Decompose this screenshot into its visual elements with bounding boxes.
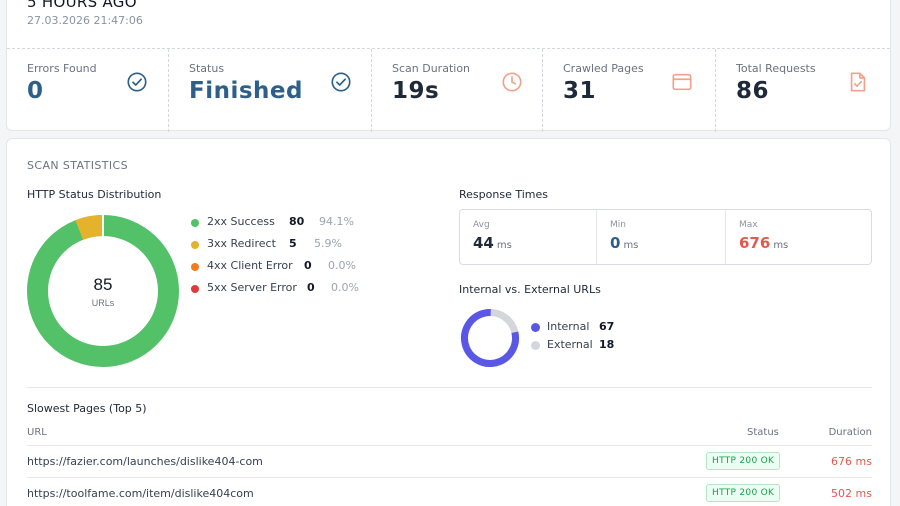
- response-time-max: Max 676 ms: [726, 210, 871, 264]
- legend-item-2xx: 2xx Success 80 94.1%: [191, 215, 371, 231]
- legend-label: 4xx Client Error: [207, 259, 293, 272]
- response-time-min: Min 0 ms: [597, 210, 726, 264]
- metric-label: Errors Found: [27, 62, 97, 75]
- section-title: SCAN STATISTICS: [27, 159, 129, 172]
- response-time-value: 0 ms: [610, 234, 639, 252]
- legend-label: 5xx Server Error: [207, 281, 297, 294]
- section-divider: [27, 387, 872, 388]
- slowest-pages-title: Slowest Pages (Top 5): [27, 402, 147, 415]
- metric-value: Finished: [189, 78, 303, 104]
- metric-label: Crawled Pages: [563, 62, 644, 75]
- metric-total-requests: Total Requests 86: [716, 49, 890, 132]
- legend-dot: [191, 219, 199, 227]
- legend-dot: [191, 263, 199, 271]
- response-times-box: Avg 44 ms Min 0 ms Max 676 ms: [459, 209, 872, 265]
- response-time-avg: Avg 44 ms: [460, 210, 597, 264]
- column-header-status: Status: [747, 427, 779, 438]
- table-row: https://fazier.com/launches/dislike404-c…: [27, 446, 872, 478]
- scan-date: 27.03.2026 21:47:06: [27, 14, 143, 27]
- column-header-url: URL: [27, 427, 47, 438]
- legend-percent: 0.0%: [328, 259, 356, 272]
- legend-label: 3xx Redirect: [207, 237, 276, 250]
- legend-item-3xx: 3xx Redirect 5 5.9%: [191, 237, 371, 253]
- legend-count: 67: [599, 320, 615, 333]
- legend-item-internal: Internal 67: [531, 320, 651, 336]
- legend-dot: [191, 241, 199, 249]
- legend-count: 0: [304, 259, 312, 272]
- row-url-link[interactable]: https://toolfame.com/item/dislike404com: [27, 487, 254, 500]
- legend-percent: 94.1%: [319, 215, 354, 228]
- metric-value: 31: [563, 78, 597, 104]
- metric-scan-duration: Scan Duration 19s: [372, 49, 543, 132]
- document-check-icon: [850, 72, 866, 92]
- column-header-duration: Duration: [828, 427, 872, 438]
- metric-errors-found: Errors Found 0: [7, 49, 169, 132]
- response-times-title: Response Times: [459, 188, 548, 201]
- legend-item-4xx: 4xx Client Error 0 0.0%: [191, 259, 371, 275]
- response-time-value: 44 ms: [473, 234, 512, 252]
- legend-count: 18: [599, 338, 615, 351]
- legend-count: 0: [307, 281, 315, 294]
- response-time-label: Avg: [473, 220, 490, 230]
- metric-value: 19s: [392, 78, 440, 104]
- browser-window-icon: [672, 73, 692, 91]
- http-distribution-title: HTTP Status Distribution: [27, 188, 162, 201]
- donut-total: 85: [94, 275, 113, 294]
- legend-label: 2xx Success: [207, 215, 275, 228]
- row-duration: 676 ms: [831, 455, 872, 468]
- row-url-link[interactable]: https://fazier.com/launches/dislike404-c…: [27, 455, 263, 468]
- donut-segment-internal: [461, 309, 519, 367]
- legend-dot: [531, 341, 540, 350]
- metric-value: 0: [27, 78, 44, 104]
- legend-count: 80: [289, 215, 305, 228]
- legend-count: 5: [289, 237, 297, 250]
- check-circle-icon: [331, 72, 351, 92]
- legend-label: External: [547, 338, 593, 351]
- donut-total-label: URLs: [92, 298, 115, 308]
- legend-percent: 0.0%: [331, 281, 359, 294]
- row-duration: 502 ms: [831, 487, 872, 500]
- legend-item-5xx: 5xx Server Error 0 0.0%: [191, 281, 371, 297]
- slowest-pages-table-header: URL Status Duration: [27, 426, 872, 446]
- metric-status: Status Finished: [169, 49, 372, 132]
- legend-item-external: External 18: [531, 338, 651, 354]
- response-time-label: Min: [610, 220, 626, 230]
- status-badge: HTTP 200 OK: [706, 452, 781, 470]
- status-badge: HTTP 200 OK: [706, 484, 781, 502]
- metric-value: 86: [736, 78, 770, 104]
- response-time-value: 676 ms: [739, 234, 789, 252]
- metrics-row: Errors Found 0 Status Finished Scan Dura…: [7, 48, 890, 132]
- table-row: https://toolfame.com/item/dislike404com …: [27, 478, 872, 506]
- metric-label: Scan Duration: [392, 62, 471, 75]
- scan-statistics-card: SCAN STATISTICS HTTP Status Distribution…: [6, 138, 891, 506]
- internal-external-donut-chart: [461, 309, 519, 367]
- scan-report-page: 5 HOURS AGO 27.03.2026 21:47:06 Errors F…: [0, 0, 900, 506]
- internal-external-title: Internal vs. External URLs: [459, 283, 601, 296]
- metric-crawled-pages: Crawled Pages 31: [543, 49, 716, 132]
- legend-dot: [191, 285, 199, 293]
- metric-label: Total Requests: [736, 62, 816, 75]
- metric-label: Status: [189, 62, 225, 75]
- clock-icon: [502, 72, 522, 92]
- http-status-donut-chart: 85 URLs: [27, 215, 179, 367]
- legend-percent: 5.9%: [314, 237, 342, 250]
- response-time-label: Max: [739, 220, 758, 230]
- legend-dot: [531, 323, 540, 332]
- scan-summary-card: 5 HOURS AGO 27.03.2026 21:47:06 Errors F…: [6, 0, 891, 132]
- legend-label: Internal: [547, 320, 590, 333]
- check-circle-icon: [127, 72, 147, 92]
- scan-time-title: 5 HOURS AGO: [27, 0, 137, 11]
